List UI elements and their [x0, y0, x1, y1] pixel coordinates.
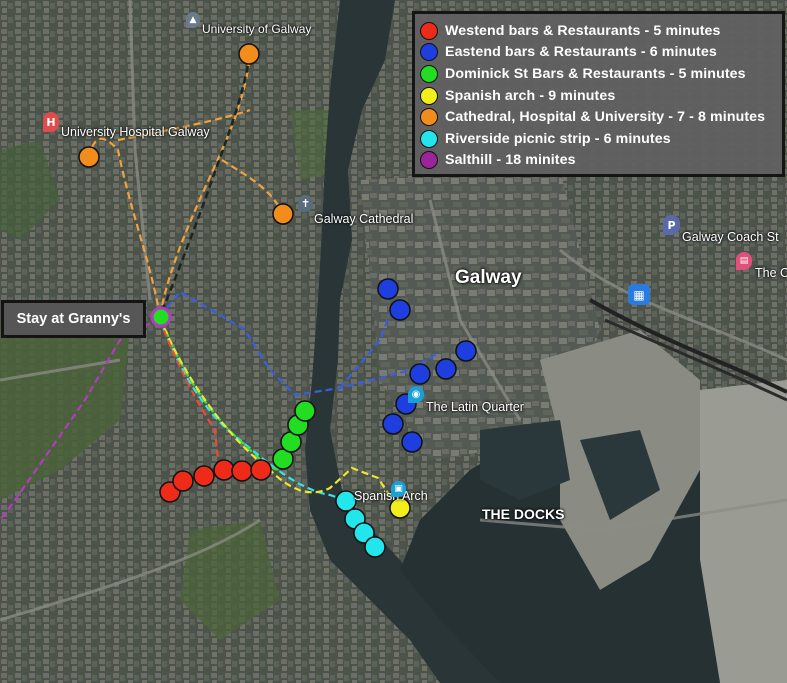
eastend-marker[interactable]: [401, 431, 423, 453]
coach-label: Galway Coach St: [682, 230, 779, 244]
westend-marker[interactable]: [231, 460, 253, 482]
legend-item-label: Eastend bars & Restaurants - 6 minutes: [445, 44, 717, 61]
edge-label: The C: [755, 266, 787, 280]
hospital-h-icon[interactable]: H: [43, 112, 59, 132]
legend-item-label: Cathedral, Hospital & University - 7 - 8…: [445, 109, 766, 126]
city-label: Galway: [455, 267, 522, 288]
legend-item-eastend: Eastend bars & Restaurants - 6 minutes: [420, 42, 782, 64]
legend-swatch: [420, 43, 438, 62]
legend-item-dominick: Dominick St Bars & Restaurants - 5 minut…: [420, 63, 782, 85]
legend-swatch: [420, 108, 438, 127]
legend-item-riverside: Riverside picnic strip - 6 minutes: [420, 128, 782, 150]
start-location-label: Stay at Granny's: [16, 311, 131, 327]
legend-item-westend: Westend bars & Restaurants - 5 minutes: [420, 20, 782, 42]
hospital-marker[interactable]: [78, 146, 100, 168]
legend-item-label: Dominick St Bars & Restaurants - 5 minut…: [445, 65, 746, 82]
legend-item-salthill: Salthill - 18 minites: [420, 150, 782, 172]
westend-marker[interactable]: [172, 470, 194, 492]
university-marker[interactable]: [238, 43, 260, 65]
legend-swatch: [420, 64, 438, 83]
camera-icon[interactable]: ◉: [408, 386, 424, 403]
cathedral-label: Galway Cathedral: [314, 212, 414, 226]
legend-swatch: [420, 86, 438, 105]
hospital-label: University Hospital Galway: [61, 125, 210, 139]
start-marker[interactable]: [150, 306, 172, 328]
train-icon[interactable]: ▦: [628, 284, 650, 305]
legend-item-spanish-arch: Spanish arch - 9 minutes: [420, 85, 782, 107]
start-location-box: Stay at Granny's: [1, 300, 146, 338]
riverside-marker[interactable]: [335, 490, 357, 512]
eastend-marker[interactable]: [435, 358, 457, 380]
legend-item-cathedral: Cathedral, Hospital & University - 7 - 8…: [420, 106, 782, 128]
eastend-marker[interactable]: [389, 299, 411, 321]
university-label: University of Galway: [202, 22, 312, 36]
map-legend: Westend bars & Restaurants - 5 minutes E…: [412, 11, 785, 177]
legend-swatch: [420, 21, 438, 40]
map-view[interactable]: University of Galway University Hospital…: [0, 0, 787, 683]
latin-quarter-label: The Latin Quarter: [426, 400, 524, 414]
dominick-marker[interactable]: [294, 400, 316, 422]
legend-swatch: [420, 151, 438, 170]
eastend-marker[interactable]: [409, 363, 431, 385]
legend-item-label: Salthill - 18 minites: [445, 152, 576, 169]
docks-label: THE DOCKS: [482, 506, 565, 522]
eastend-marker[interactable]: [455, 340, 477, 362]
legend-swatch: [420, 129, 438, 148]
eastend-marker[interactable]: [377, 278, 399, 300]
westend-marker[interactable]: [213, 459, 235, 481]
cinema-icon[interactable]: ▤: [736, 252, 752, 270]
westend-marker[interactable]: [193, 465, 215, 487]
legend-item-label: Westend bars & Restaurants - 5 minutes: [445, 22, 721, 39]
eastend-marker[interactable]: [382, 413, 404, 435]
cathedral-marker[interactable]: [272, 203, 294, 225]
riverside-marker[interactable]: [364, 536, 386, 558]
church-icon[interactable]: ✝: [298, 195, 313, 212]
monument-icon[interactable]: ▣: [391, 481, 406, 497]
school-icon[interactable]: ▲: [186, 12, 200, 28]
westend-marker[interactable]: [250, 459, 272, 481]
legend-item-label: Spanish arch - 9 minutes: [445, 87, 616, 104]
parking-icon[interactable]: P: [663, 215, 680, 235]
legend-item-label: Riverside picnic strip - 6 minutes: [445, 130, 671, 147]
